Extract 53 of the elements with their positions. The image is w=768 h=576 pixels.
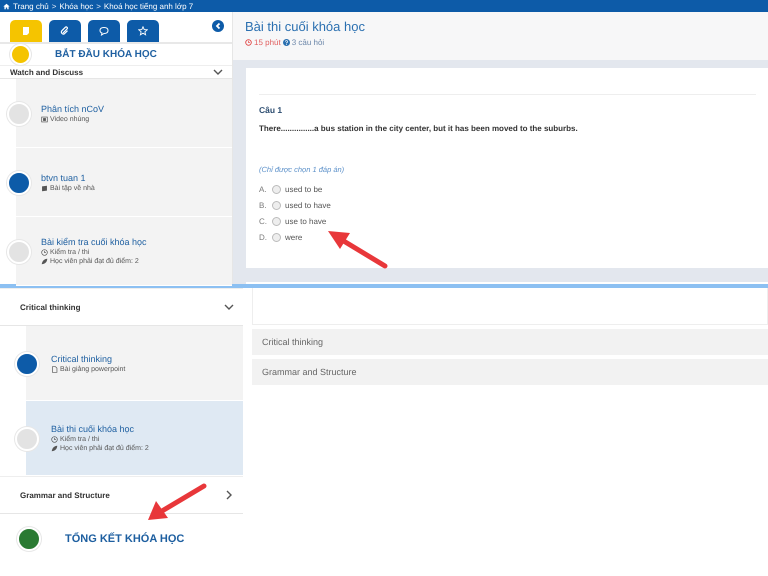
option-letter: C. — [259, 216, 268, 226]
sidebar-tab[interactable] — [127, 20, 159, 42]
page-title: Bài thi cuối khóa học — [245, 19, 366, 34]
clock-icon — [245, 39, 252, 46]
option-text: used to be — [285, 184, 322, 194]
question-label: Câu 1 — [259, 105, 282, 115]
radio-button[interactable] — [272, 216, 281, 226]
section-title: Watch and Discuss — [10, 68, 84, 76]
chat-bubble-icon — [99, 26, 109, 36]
home-icon — [3, 2, 10, 10]
breadcrumb-link[interactable]: Khóa học — [59, 2, 94, 10]
lesson-title: Critical thinking — [51, 354, 114, 364]
milestone-link[interactable]: BẮT ĐẦU KHÓA HỌC — [55, 49, 157, 60]
option-text: used to have — [285, 200, 331, 210]
lesson-title: Bài kiểm tra cuối khóa học — [41, 237, 148, 247]
option-letter: B. — [259, 200, 268, 210]
annotation-arrow — [148, 484, 206, 520]
document-icon — [51, 366, 58, 372]
breadcrumb-separator: > — [52, 2, 56, 10]
breadcrumb-separator: > — [96, 2, 101, 10]
question-icon — [282, 39, 290, 46]
section-row[interactable]: Grammar and Structure — [252, 359, 768, 385]
lesson-title: Bài thi cuối khóa học — [51, 424, 136, 434]
section-title: Critical thinking — [20, 302, 80, 312]
option-letter: A. — [259, 184, 268, 194]
radio-button[interactable] — [272, 184, 281, 194]
leaf-icon — [41, 258, 48, 265]
question-text: There...............a bus station in the city center, but it has been moved to the suburbs. — [259, 124, 578, 133]
option-letter: D. — [259, 232, 268, 242]
section-title: Grammar and Structure — [20, 490, 110, 500]
clock-icon — [41, 249, 48, 256]
option-text: use to have — [285, 216, 326, 226]
breadcrumb-link[interactable]: Trang chủ — [13, 2, 49, 10]
lesson-title: Phân tích nCoV — [41, 104, 106, 114]
paperclip-icon — [60, 26, 70, 36]
annotation-arrow — [328, 231, 388, 268]
duration-text: 15 phút — [254, 38, 281, 47]
section-row[interactable]: Critical thinking — [252, 329, 768, 355]
book-icon — [41, 184, 48, 192]
star-icon — [138, 26, 148, 36]
option-text: were — [285, 232, 302, 242]
note-icon — [21, 26, 31, 36]
milestone-link[interactable]: TỔNG KẾT KHÓA HỌC — [65, 533, 184, 545]
sidebar-tab[interactable] — [88, 20, 120, 42]
question-count: 3 câu hỏi — [292, 38, 324, 47]
sidebar-tab[interactable] — [49, 20, 81, 42]
breadcrumb-link[interactable]: Khoá học tiếng anh lớp 7 — [104, 2, 194, 10]
lesson-title: btvn tuan 1 — [41, 172, 87, 182]
radio-button[interactable] — [272, 200, 281, 210]
clock-icon — [51, 436, 58, 443]
radio-button[interactable] — [272, 232, 281, 242]
leaf-icon — [51, 445, 58, 452]
film-icon — [41, 116, 48, 122]
